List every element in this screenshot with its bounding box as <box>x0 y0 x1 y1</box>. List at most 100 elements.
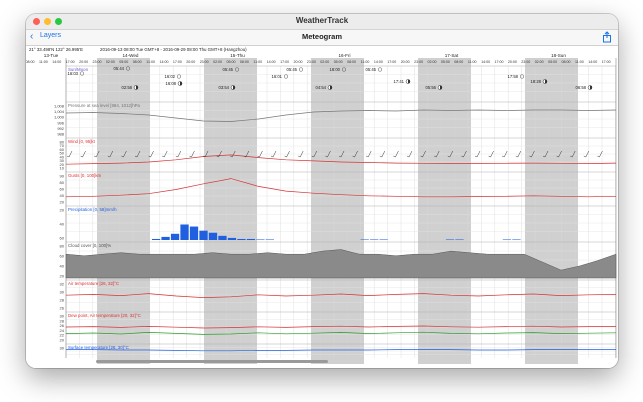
y-tick-label: 30 <box>60 290 65 295</box>
location-coords: 21° 33.498'N 122° 26.995'E <box>29 47 83 52</box>
sun-time-label: 05:45 <box>223 67 234 72</box>
sun-time-label: 17:58 <box>508 74 519 79</box>
y-tick-label: 32 <box>60 282 65 287</box>
hour-tick-label: 17:00 <box>280 60 289 64</box>
y-tick-label: 40 <box>60 222 65 227</box>
share-icon[interactable] <box>602 31 612 43</box>
navigation-bar: ‹ Layers Meteogram <box>26 30 618 46</box>
night-shade-4 <box>525 58 578 364</box>
moon-time-label: 06:58 <box>576 85 587 90</box>
hour-tick-label: 20:00 <box>79 60 88 64</box>
meteogram-area[interactable]: 21° 33.498'N 122° 26.995'E 2016-09-13 08… <box>26 46 618 368</box>
hour-tick-label: 05:00 <box>548 60 557 64</box>
day-label-13-Tue: 13-Tue <box>44 53 59 58</box>
hour-tick-label: 14:00 <box>267 60 276 64</box>
app-window: WeatherTrack ‹ Layers Meteogram 21° 33.4… <box>26 14 618 368</box>
hour-tick-label: 11:00 <box>146 60 155 64</box>
precipitation-bar <box>360 239 369 240</box>
sun-time-label: 18:00 <box>330 67 341 72</box>
precipitation-bar <box>502 239 512 240</box>
hour-tick-label: 05:00 <box>441 60 450 64</box>
hour-tick-label: 14:00 <box>481 60 490 64</box>
horizontal-scrollbar[interactable] <box>96 360 328 363</box>
hour-tick-label: 05:00 <box>334 60 343 64</box>
hour-tick-label: 11:00 <box>468 60 477 64</box>
sun-time-label: 05:44 <box>114 66 125 71</box>
y-tick-label: 90 <box>60 174 65 179</box>
day-label-18-Sun: 18-Sun <box>551 53 566 58</box>
hour-tick-label: 20:00 <box>401 60 410 64</box>
hour-tick-label: 02:00 <box>213 60 222 64</box>
hour-tick-label: 17:00 <box>173 60 182 64</box>
hour-tick-label: 08:00 <box>562 60 571 64</box>
hour-tick-label: 23:00 <box>93 60 102 64</box>
hour-tick-label: 14:00 <box>160 60 169 64</box>
hour-tick-label: 14:00 <box>588 60 597 64</box>
moon-time-label: 18:28 <box>531 79 542 84</box>
y-tick-label: 28 <box>60 298 65 303</box>
hour-tick-label: 02:00 <box>320 60 329 64</box>
hour-tick-label: 23:00 <box>414 60 423 64</box>
y-tick-label: 20 <box>60 338 65 343</box>
hour-tick-label: 08:00 <box>240 60 249 64</box>
precipitation-bar <box>265 239 275 240</box>
hour-tick-label: 02:00 <box>428 60 437 64</box>
y-tick-label: 80 <box>60 180 65 185</box>
hour-tick-label: 17:00 <box>66 60 75 64</box>
hour-tick-label: 11:00 <box>39 60 48 64</box>
precipitation-bar <box>256 239 265 240</box>
night-shade-1 <box>204 58 257 364</box>
y-tick-label: 992 <box>57 126 64 131</box>
y-tick-label: 988 <box>57 132 64 137</box>
night-shade-3 <box>418 58 471 364</box>
hour-tick-label: 11:00 <box>253 60 262 64</box>
date-range: 2016-09-13 08:00 Tue GMT+8 - 2016-09-29 … <box>100 47 247 52</box>
precipitation-bar <box>170 233 180 240</box>
day-label-16-Fri: 16-Fri <box>339 53 351 58</box>
precipitation-bar <box>151 238 161 240</box>
y-tick-label: 1,004 <box>54 109 65 114</box>
hour-tick-label: 14:00 <box>374 60 383 64</box>
precipitation-bar <box>227 237 237 240</box>
night-shade-2 <box>311 58 364 364</box>
y-tick-label: 80 <box>60 244 65 249</box>
precipitation-bar <box>218 235 227 240</box>
precipitation-bar <box>199 230 208 240</box>
hour-tick-label: 20:00 <box>508 60 517 64</box>
hour-tick-label: 05:00 <box>119 60 128 64</box>
y-tick-label: 40 <box>60 264 65 269</box>
y-tick-label: 1,008 <box>54 104 65 109</box>
hour-tick-label: 08:00 <box>347 60 356 64</box>
y-tick-label: 996 <box>57 120 64 125</box>
y-tick-label: 60 <box>60 236 65 241</box>
meteogram-chart[interactable]: 21° 33.498'N 122° 26.995'E 2016-09-13 08… <box>26 46 618 368</box>
sun-time-label: 16:01 <box>272 74 283 79</box>
precipitation-bar <box>208 232 218 240</box>
panel-label-dewpoint: Dew point, Air temperature [20, 32]°C <box>68 313 141 318</box>
hour-tick-label: 17:00 <box>495 60 504 64</box>
window-title: WeatherTrack <box>295 16 349 25</box>
hour-tick-label: 08:00 <box>454 60 463 64</box>
sun-time-label: 05:45 <box>366 67 377 72</box>
y-tick-label: 26 <box>60 306 65 311</box>
hour-tick-label: 05:00 <box>227 60 236 64</box>
precipitation-bar <box>246 238 256 240</box>
moon-time-label: 02:58 <box>122 85 133 90</box>
y-tick-label: 40 <box>60 193 65 198</box>
day-label-17-Sat: 17-Sat <box>445 53 459 58</box>
hour-tick-label: 23:00 <box>307 60 316 64</box>
precipitation-bar <box>455 239 464 240</box>
y-tick-label: 10 <box>60 166 65 171</box>
precipitation-bar <box>370 239 379 240</box>
moon-time-label: 16:08 <box>166 81 177 86</box>
moon-time-label: 17:41 <box>394 79 405 84</box>
hour-tick-label: 11:00 <box>575 60 584 64</box>
y-tick-label: 60 <box>60 187 65 192</box>
day-label-14-Wed: 14-Wed <box>122 53 138 58</box>
y-tick-label: 20 <box>60 208 65 213</box>
hour-tick-label: 23:00 <box>521 60 530 64</box>
moon-time-label: 05:56 <box>426 85 437 90</box>
moon-time-label: 04:54 <box>316 85 327 90</box>
precipitation-bar <box>237 238 246 240</box>
precipitation-bar <box>512 239 521 240</box>
